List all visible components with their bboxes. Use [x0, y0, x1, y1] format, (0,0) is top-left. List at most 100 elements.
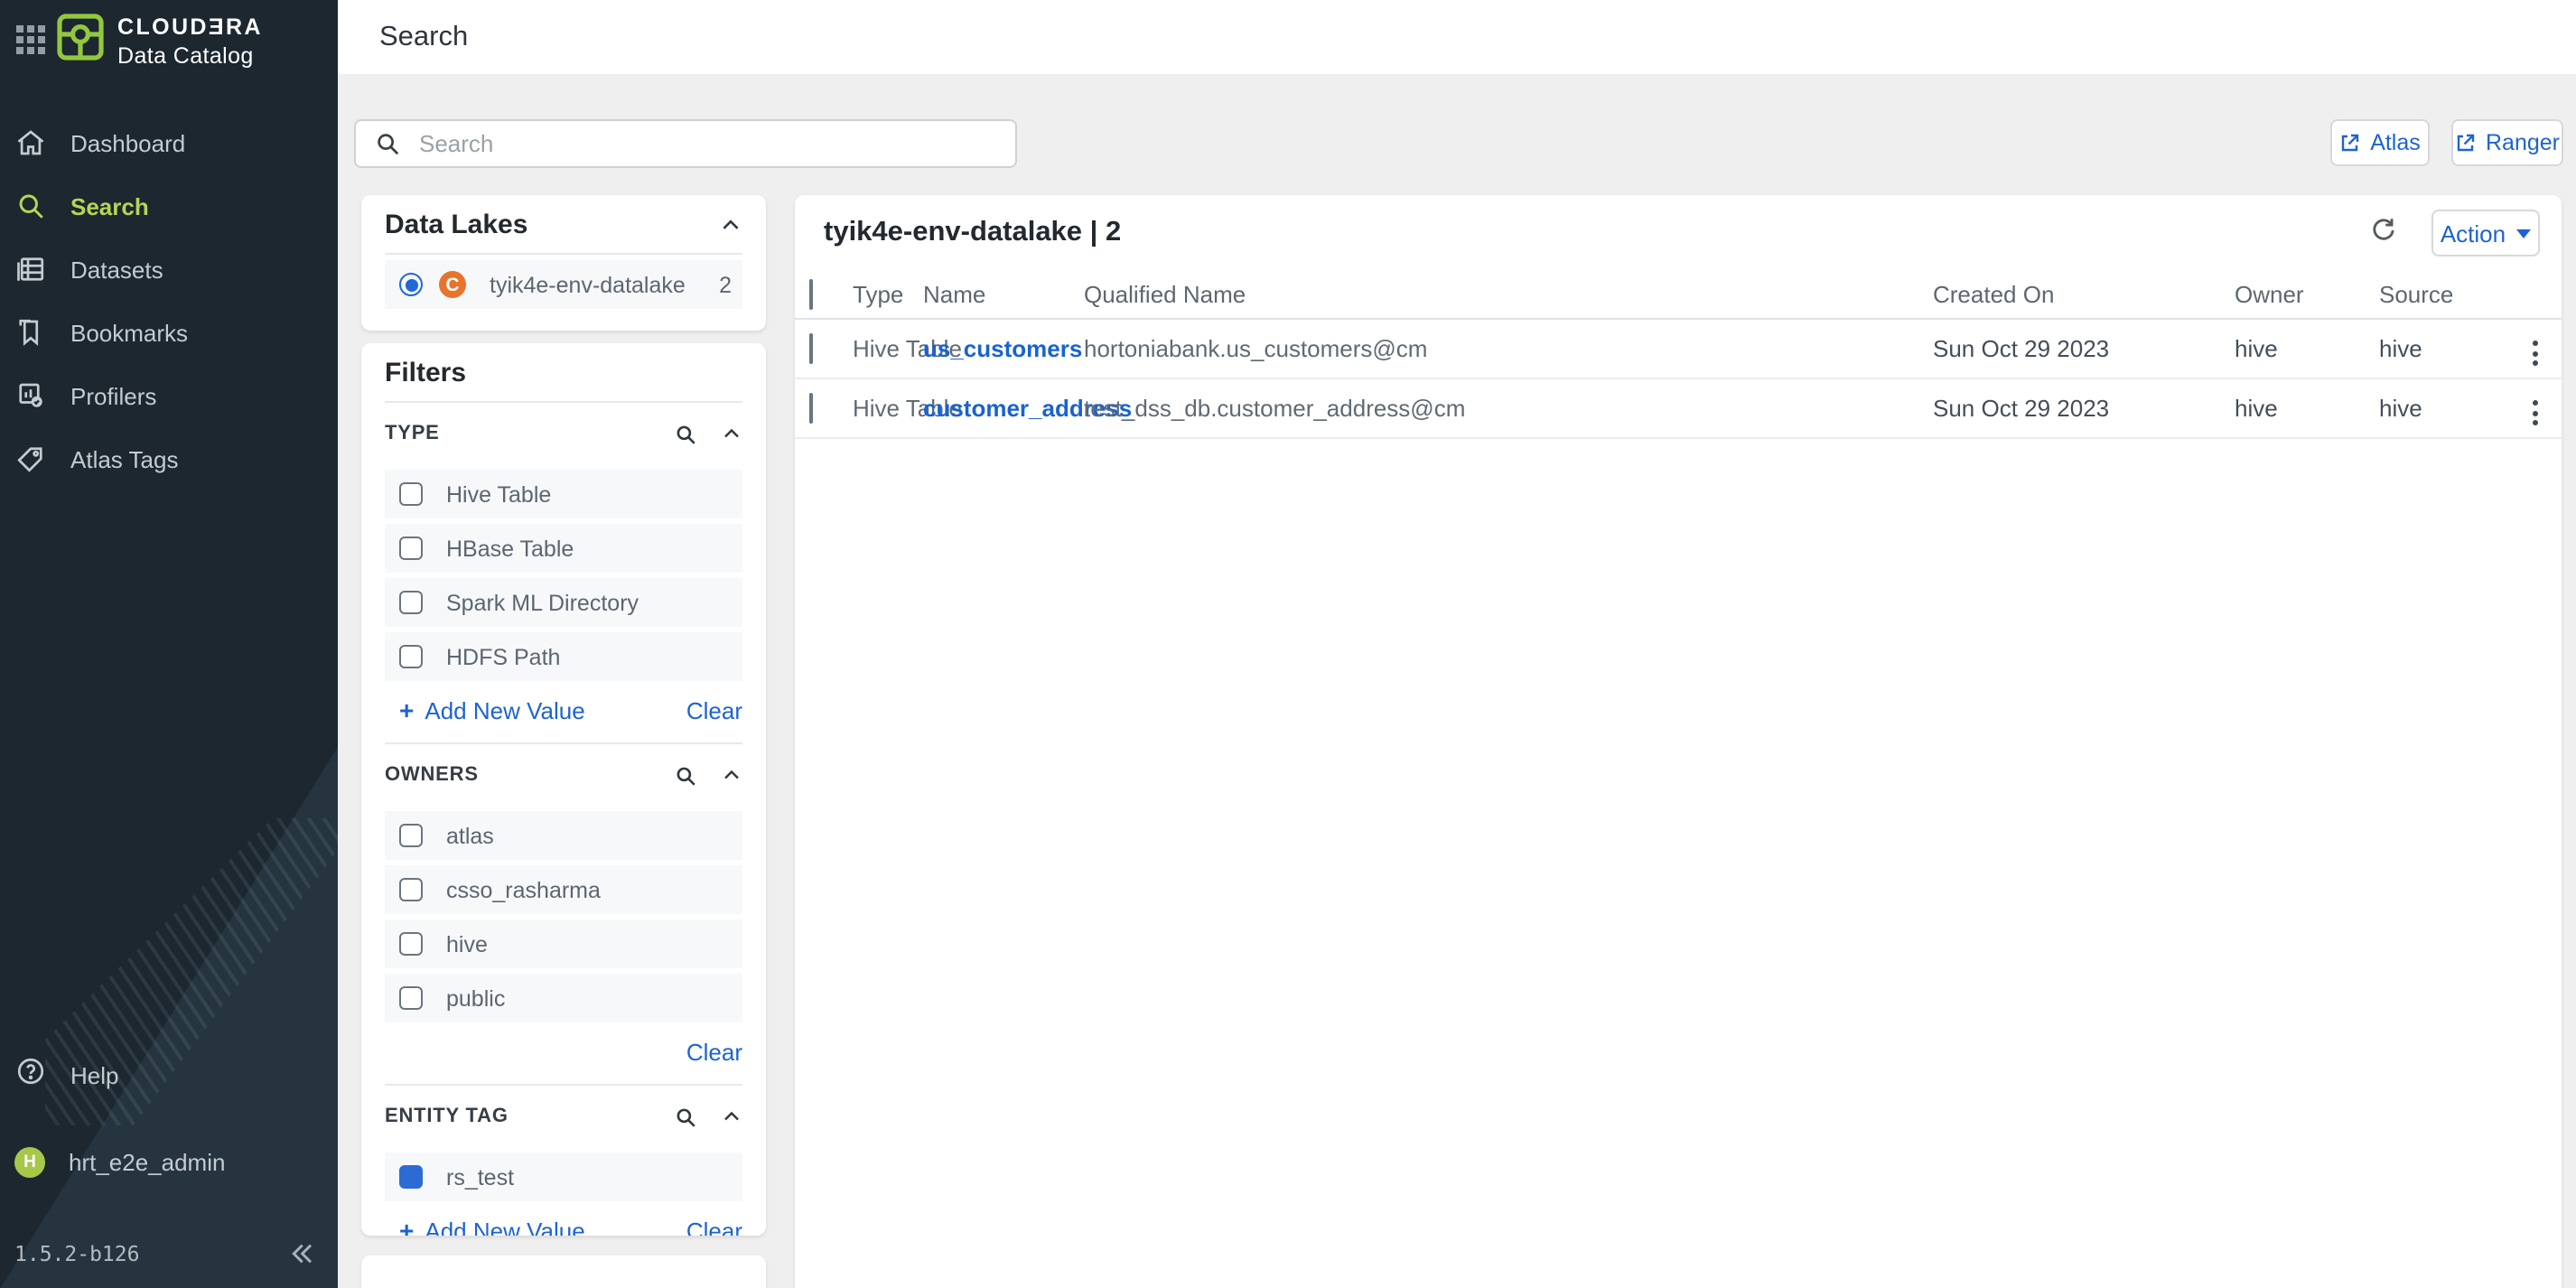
row-checkbox[interactable] [809, 393, 813, 424]
filter-option[interactable]: rs_test [385, 1153, 742, 1201]
cloudera-logo-icon[interactable] [56, 13, 105, 70]
search-input[interactable] [419, 130, 997, 157]
sidebar-bottom-row: 1.5.2-b126 [0, 1234, 338, 1288]
cell-qualified-name: test_dss_db.customer_address@cm [1084, 395, 1465, 422]
table-row: Hive Table customer_address test_dss_db.… [795, 379, 2562, 439]
column-header-name: Name [923, 281, 985, 308]
column-header-owner: Owner [2235, 281, 2304, 308]
filter-option[interactable]: hive [385, 919, 742, 968]
username-label: hrt_e2e_admin [69, 1148, 225, 1175]
user-menu[interactable]: H hrt_e2e_admin [0, 1133, 338, 1190]
sidebar-item-search[interactable]: Search [0, 177, 338, 235]
filters-panel: Filters TYPE Hiv [361, 343, 766, 1236]
tag-icon [14, 443, 47, 475]
chevron-up-icon[interactable] [721, 764, 742, 786]
filter-option[interactable]: atlas [385, 811, 742, 860]
brand-name: CLOUDƎRA [117, 16, 263, 39]
caret-down-icon [2516, 229, 2531, 238]
refresh-icon[interactable] [2368, 215, 2399, 246]
data-lakes-title: Data Lakes [385, 209, 527, 239]
atlas-button[interactable]: Atlas [2330, 119, 2430, 166]
entity-name-link[interactable]: us_customers [923, 335, 1082, 362]
row-menu-kebab-icon[interactable] [2522, 333, 2549, 373]
topbar: Search [338, 0, 2576, 74]
results-title: tyik4e-env-datalake | 2 [824, 217, 1121, 249]
app-switcher-grid-icon[interactable] [16, 25, 45, 54]
cell-source: hive [2379, 335, 2422, 362]
action-button[interactable]: Action [2431, 210, 2540, 257]
home-icon [14, 126, 47, 159]
checkbox[interactable] [399, 482, 423, 506]
filter-option[interactable]: csso_rasharma [385, 865, 742, 914]
chevron-up-icon[interactable] [721, 1106, 742, 1127]
sidebar-item-bookmarks[interactable]: Bookmarks [0, 303, 338, 361]
sidebar-header: CLOUDƎRA Data Catalog [0, 0, 338, 87]
clear-link[interactable]: Clear [686, 696, 742, 723]
ranger-button[interactable]: Ranger [2451, 119, 2563, 166]
table-row: Hive Table us_customers hortoniabank.us_… [795, 320, 2562, 379]
checkbox[interactable] [399, 645, 423, 668]
data-lake-row[interactable]: C tyik4e-env-datalake 2 [385, 260, 742, 309]
cell-created-on: Sun Oct 29 2023 [1933, 335, 2109, 362]
collapse-sidebar-icon[interactable] [287, 1239, 316, 1268]
sidebar-item-datasets[interactable]: Datasets [0, 240, 338, 298]
filter-option[interactable]: HBase Table [385, 524, 742, 573]
cell-created-on: Sun Oct 29 2023 [1933, 395, 2109, 422]
row-checkbox[interactable] [809, 333, 813, 364]
checkbox-checked[interactable] [399, 1165, 423, 1189]
sidebar-item-label: Profilers [70, 382, 156, 409]
chevron-up-icon[interactable] [721, 423, 742, 444]
help-icon [14, 1054, 47, 1096]
search-icon [374, 130, 401, 157]
sidebar-item-label: Search [70, 192, 149, 219]
results-panel: tyik4e-env-datalake | 2 Action Type Name… [795, 195, 2562, 1288]
user-avatar: H [14, 1146, 45, 1177]
section-search-icon[interactable] [674, 763, 697, 787]
sidebar-item-atlas-tags[interactable]: Atlas Tags [0, 430, 338, 488]
section-search-icon[interactable] [674, 422, 697, 445]
help-button[interactable]: Help [0, 1046, 338, 1104]
checkbox[interactable] [399, 537, 423, 560]
cell-qualified-name: hortoniabank.us_customers@cm [1084, 335, 1427, 362]
checkbox[interactable] [399, 878, 423, 901]
filter-section-type: TYPE Hive Table HB [385, 403, 742, 742]
filter-option[interactable]: public [385, 974, 742, 1022]
row-menu-kebab-icon[interactable] [2522, 393, 2549, 433]
data-lake-count: 2 [719, 272, 732, 297]
cell-owner: hive [2235, 335, 2278, 362]
filter-option[interactable]: HDFS Path [385, 632, 742, 681]
section-title: TYPE [385, 423, 440, 444]
column-header-type: Type [853, 281, 903, 308]
help-label: Help [70, 1061, 119, 1088]
sidebar: CLOUDƎRA Data Catalog Dashboard [0, 0, 338, 1288]
data-lakes-panel: Data Lakes C tyik4e-env-datalake 2 [361, 195, 766, 331]
add-new-value-link[interactable]: + Add New Value [385, 696, 585, 723]
clear-link[interactable]: Clear [686, 1038, 742, 1065]
sidebar-item-dashboard[interactable]: Dashboard [0, 114, 338, 172]
chevron-up-icon[interactable] [719, 212, 742, 236]
checkbox[interactable] [399, 932, 423, 956]
filter-option[interactable]: Spark ML Directory [385, 578, 742, 627]
table-header-row: Type Name Qualified Name Created On Owne… [795, 271, 2562, 320]
sidebar-item-profilers[interactable]: Profilers [0, 367, 338, 425]
add-new-value-link[interactable]: + Add New Value [385, 1217, 585, 1236]
filter-option[interactable]: Hive Table [385, 470, 742, 518]
ranger-label: Ranger [2486, 130, 2560, 155]
select-all-checkbox[interactable] [809, 279, 813, 310]
sidebar-nav: Dashboard Search Datasets [0, 114, 338, 493]
external-link-icon [2455, 132, 2477, 154]
section-title: ENTITY TAG [385, 1106, 509, 1127]
cell-owner: hive [2235, 395, 2278, 422]
checkbox[interactable] [399, 591, 423, 614]
cloudera-env-icon: C [439, 271, 466, 298]
column-header-created-on: Created On [1933, 281, 2054, 308]
checkbox[interactable] [399, 824, 423, 847]
section-title: OWNERS [385, 764, 479, 786]
section-search-icon[interactable] [674, 1105, 697, 1128]
checkbox[interactable] [399, 986, 423, 1010]
sidebar-item-label: Datasets [70, 256, 163, 283]
radio-selected[interactable] [399, 273, 423, 296]
brand-text: CLOUDƎRA Data Catalog [117, 16, 263, 67]
content-area: Atlas Ranger Data Lakes C tyik4e-env-dat… [338, 74, 2576, 1288]
clear-link[interactable]: Clear [686, 1217, 742, 1236]
